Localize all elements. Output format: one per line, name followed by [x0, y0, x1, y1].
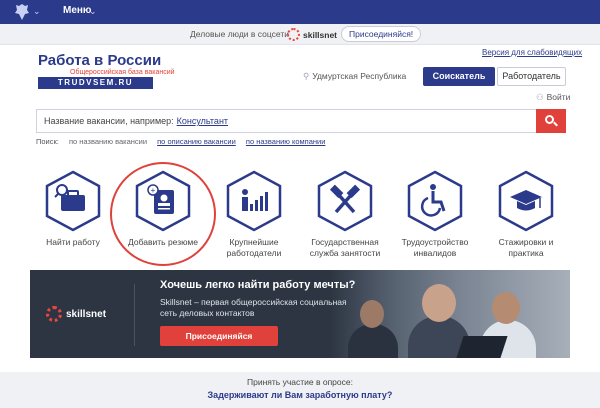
accessibility-version-link[interactable]: Версия для слабовидящих	[482, 48, 582, 57]
banner-title: Хочешь легко найти работу мечты?	[160, 279, 356, 291]
hammers-icon	[317, 170, 373, 232]
search-mode-options: Поиск: по названию вакансии по описанию …	[36, 137, 333, 146]
service-find-job[interactable]: Найти работу	[36, 170, 110, 248]
user-icon: ⚇	[536, 92, 544, 102]
site-logo-title[interactable]: Работа в России	[38, 52, 161, 69]
chevron-down-icon[interactable]: ⌄	[89, 6, 97, 17]
search-input[interactable]: Название вакансии, например: Консультант	[36, 109, 566, 133]
region-label: Удмуртская Республика	[312, 71, 407, 81]
search-placeholder: Название вакансии, например: Консультант	[44, 116, 228, 126]
service-state-employment[interactable]: Государственная служба занятости	[308, 170, 382, 259]
graduation-cap-icon	[498, 170, 554, 232]
service-largest-employers[interactable]: Крупнейшие работодатели	[217, 170, 291, 259]
site-logo-domain[interactable]: TRUDVSEM.RU	[38, 77, 153, 89]
search-button[interactable]	[536, 109, 566, 133]
wheelchair-icon	[407, 170, 463, 232]
promo-join-button[interactable]: Присоединяйся!	[341, 26, 422, 42]
poll-question-link[interactable]: Задерживают ли Вам заработную плату?	[0, 390, 600, 400]
briefcase-icon	[45, 170, 101, 232]
bar-chart-icon	[226, 170, 282, 232]
site-logo-subtitle: Общероссийская база вакансий	[70, 69, 175, 76]
search-mode-label: Поиск:	[36, 137, 59, 146]
search-mode-by-company[interactable]: по названию компании	[246, 137, 326, 146]
coat-of-arms-icon[interactable]	[14, 3, 30, 21]
menu-button[interactable]: Меню	[63, 5, 91, 16]
banner-join-button[interactable]: Присоединяйся	[160, 326, 278, 346]
service-label: Государственная служба занятости	[309, 237, 381, 258]
top-navbar: ⌄ Меню ⌄	[0, 0, 600, 24]
search-example-link[interactable]: Консультант	[177, 116, 228, 126]
gear-icon	[287, 28, 300, 41]
banner-text: Skillsnet – первая общероссийская социал…	[160, 297, 347, 318]
region-selector[interactable]: ⚲ Удмуртская Республика	[303, 71, 406, 82]
skillsnet-brand: skillsnet	[303, 29, 338, 40]
poll-section: Принять участие в опросе: Задерживают ли…	[0, 372, 600, 408]
banner-skillsnet-logo: skillsnet	[46, 306, 106, 322]
service-label: Трудоустройство инвалидов	[401, 237, 469, 258]
search-placeholder-prefix: Название вакансии, например:	[44, 116, 174, 126]
search-mode-by-name[interactable]: по названию вакансии	[69, 137, 147, 146]
gear-icon	[46, 306, 62, 322]
employer-button[interactable]: Работодатель	[497, 67, 566, 86]
service-label: Найти работу	[46, 237, 100, 247]
highlight-circle	[110, 162, 216, 266]
promo-strip: Деловые люди в соцсети skillsnet Присоед…	[0, 24, 600, 45]
service-label: Стажировки и практика	[498, 237, 554, 258]
search-mode-by-description[interactable]: по описанию вакансии	[157, 137, 236, 146]
banner-divider	[134, 284, 135, 346]
skillsnet-logo[interactable]: skillsnet	[287, 27, 337, 42]
service-internships[interactable]: Стажировки и практика	[489, 170, 563, 259]
poll-intro: Принять участие в опросе:	[247, 377, 353, 387]
skillsnet-banner[interactable]: skillsnet Хочешь легко найти работу мечт…	[30, 270, 570, 358]
banner-brand: skillsnet	[66, 308, 107, 320]
service-label: Крупнейшие работодатели	[226, 237, 282, 258]
login-link[interactable]: ⚇ Войти	[536, 92, 570, 103]
seeker-button[interactable]: Соискатель	[423, 67, 495, 86]
promo-text: Деловые люди в соцсети	[190, 29, 289, 39]
service-disabled-employment[interactable]: Трудоустройство инвалидов	[398, 170, 472, 259]
chevron-down-icon[interactable]: ⌄	[33, 6, 41, 17]
login-label: Войти	[546, 92, 571, 102]
location-pin-icon: ⚲	[303, 71, 310, 81]
